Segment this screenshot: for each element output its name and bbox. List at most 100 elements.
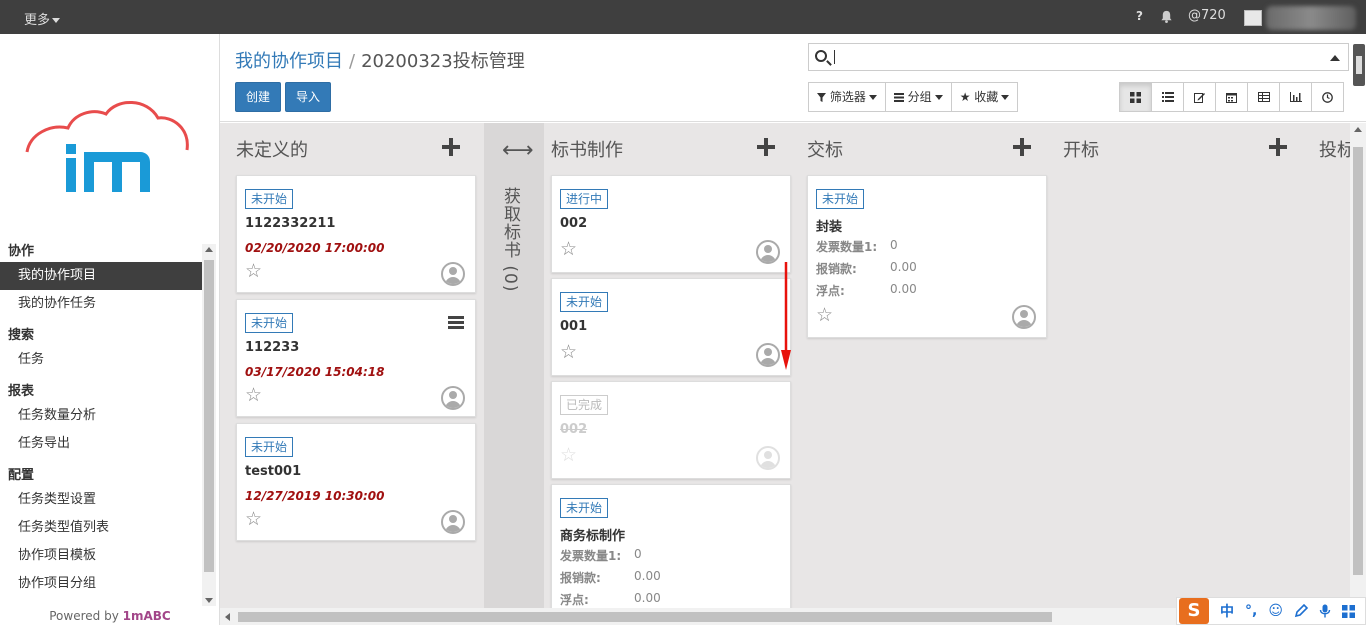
star-icon[interactable]: ☆ (245, 510, 262, 529)
ime-punctuation[interactable]: °, (1245, 603, 1257, 619)
field-label: 浮点: (560, 593, 589, 607)
search-options: 筛选器 分组 ★ 收藏 (808, 82, 1019, 112)
card-deadline: 03/17/2020 15:04:18 (245, 365, 385, 379)
create-button[interactable]: 创建 (235, 82, 282, 112)
star-icon: ★ (959, 90, 971, 104)
powered-by: Powered by 1mABC (49, 609, 171, 623)
sogou-logo-icon[interactable]: S (1179, 598, 1209, 624)
kanban-card[interactable]: 未开始 test001 12/27/2019 10:30:00 ☆ (236, 423, 476, 541)
column-title: 未定义的 (236, 140, 308, 161)
column-title: 交标 (807, 140, 843, 161)
sidebar-item-task-type-settings[interactable]: 任务类型设置 (0, 486, 202, 514)
mention-count[interactable]: @720 (1188, 8, 1226, 23)
kanban-view-button[interactable] (1119, 82, 1152, 112)
scroll-left-icon[interactable] (225, 613, 230, 621)
edit-icon (1194, 92, 1205, 103)
scroll-thumb[interactable] (204, 260, 214, 572)
sidebar-item-project-groups[interactable]: 协作项目分组 (0, 570, 202, 598)
group-by-button[interactable]: 分组 (884, 82, 952, 112)
assignee-avatar-icon (756, 343, 780, 367)
view-switcher (1119, 82, 1344, 112)
kanban-column-bid-preparation: 标书制作 进行中 002 ☆ 未开始 001 ☆ 已完成 002 ☆ 未开始 商… (544, 123, 794, 608)
list-icon (1161, 92, 1174, 102)
kanban-card[interactable]: 已完成 002 ☆ (551, 381, 791, 479)
bell-icon[interactable] (1160, 10, 1173, 23)
add-icon[interactable] (442, 138, 460, 156)
search-input[interactable] (808, 43, 1349, 71)
star-icon[interactable]: ☆ (560, 446, 577, 465)
field-label: 发票数量1: (560, 549, 622, 563)
status-badge: 未开始 (245, 189, 294, 209)
list-view-button[interactable] (1151, 82, 1184, 112)
graph-view-button[interactable] (1279, 82, 1312, 112)
star-icon[interactable]: ☆ (560, 240, 577, 259)
ime-language[interactable]: 中 (1220, 601, 1234, 621)
sidebar-item-tasks[interactable]: 任务 (0, 346, 202, 374)
pivot-view-button[interactable] (1247, 82, 1280, 112)
sidebar-item-my-projects[interactable]: 我的协作项目 (0, 262, 202, 290)
status-badge: 已完成 (560, 395, 609, 415)
scroll-up-icon[interactable] (1354, 127, 1362, 132)
card-title: 封装 (816, 220, 843, 235)
assignee-avatar-icon (1012, 305, 1036, 329)
kanban-column-bid-opening: 开标 (1056, 123, 1306, 608)
kanban-card[interactable]: 未开始 封装 发票数量1: 0 报销款: 0.00 浮点: 0.00 ☆ (807, 175, 1047, 338)
card-menu-icon[interactable] (448, 316, 464, 329)
kanban-vertical-scrollbar[interactable] (1350, 123, 1366, 608)
kanban-card[interactable]: 未开始 商务标制作 发票数量1: 0 报销款: 0.00 浮点: 0.00 (551, 484, 791, 608)
page-scrollbar[interactable] (1353, 44, 1365, 86)
star-icon[interactable]: ☆ (245, 386, 262, 405)
scroll-thumb[interactable] (238, 612, 1052, 622)
kanban-column-undefined: 未定义的 未开始 1122332211 02/20/2020 17:00:00 … (228, 123, 478, 608)
sidebar-item-my-tasks[interactable]: 我的协作任务 (0, 290, 202, 318)
star-icon[interactable]: ☆ (560, 343, 577, 362)
scroll-thumb[interactable] (1353, 147, 1363, 575)
pen-icon[interactable] (1294, 604, 1308, 618)
more-menu[interactable]: 更多 (24, 9, 61, 28)
brand-link[interactable]: 1mABC (123, 609, 171, 623)
activity-view-button[interactable] (1311, 82, 1344, 112)
add-icon[interactable] (1013, 138, 1031, 156)
emoji-icon[interactable]: ☺ (1268, 603, 1283, 619)
user-avatar[interactable] (1244, 10, 1262, 26)
form-view-button[interactable] (1183, 82, 1216, 112)
help-icon[interactable]: ? (1136, 9, 1143, 23)
add-icon[interactable] (1269, 138, 1287, 156)
microphone-icon[interactable] (1319, 604, 1331, 618)
star-icon[interactable]: ☆ (245, 262, 262, 281)
kanban-card[interactable]: 进行中 002 ☆ (551, 175, 791, 273)
import-button[interactable]: 导入 (285, 82, 332, 112)
kanban-card[interactable]: 未开始 001 ☆ (551, 278, 791, 376)
breadcrumb-parent[interactable]: 我的协作项目 (235, 51, 343, 72)
star-icon[interactable]: ☆ (816, 306, 833, 325)
kanban-card[interactable]: 未开始 112233 03/17/2020 15:04:18 ☆ (236, 299, 476, 417)
sidebar-item-task-type-values[interactable]: 任务类型值列表 (0, 514, 202, 542)
scroll-down-icon[interactable] (205, 598, 213, 603)
company-logo (25, 101, 189, 192)
status-badge: 未开始 (245, 437, 294, 457)
calendar-view-button[interactable] (1215, 82, 1248, 112)
scroll-up-icon[interactable] (205, 247, 213, 252)
kanban-column-folded[interactable]: ⟷ 获取标书 (0) (484, 123, 544, 608)
scroll-thumb[interactable] (1356, 56, 1362, 74)
card-title: 商务标制作 (560, 529, 626, 544)
favorites-button[interactable]: ★ 收藏 (950, 82, 1019, 112)
search-dropdown-icon[interactable] (1330, 55, 1340, 61)
breadcrumb: 我的协作项目/20200323投标管理 (235, 51, 525, 72)
filter-button[interactable]: 筛选器 (808, 82, 886, 112)
sidebar-item-task-export[interactable]: 任务导出 (0, 430, 202, 458)
sidebar-scrollbar[interactable] (202, 244, 216, 606)
grid-icon[interactable] (1341, 604, 1355, 618)
sidebar-item-project-templates[interactable]: 协作项目模板 (0, 542, 202, 570)
card-deadline: 02/20/2020 17:00:00 (245, 241, 385, 255)
kanban-card[interactable]: 未开始 1122332211 02/20/2020 17:00:00 ☆ (236, 175, 476, 293)
add-icon[interactable] (757, 138, 775, 156)
field-value: 0 (890, 238, 898, 252)
user-name-blurred[interactable] (1266, 6, 1356, 30)
table-icon (1257, 92, 1270, 102)
card-deadline: 12/27/2019 10:30:00 (245, 489, 385, 503)
kanban-icon (1130, 91, 1141, 103)
sidebar-item-task-analysis[interactable]: 任务数量分析 (0, 402, 202, 430)
annotation-arrow-icon (781, 262, 791, 370)
expand-arrows-icon[interactable]: ⟷ (502, 140, 534, 162)
